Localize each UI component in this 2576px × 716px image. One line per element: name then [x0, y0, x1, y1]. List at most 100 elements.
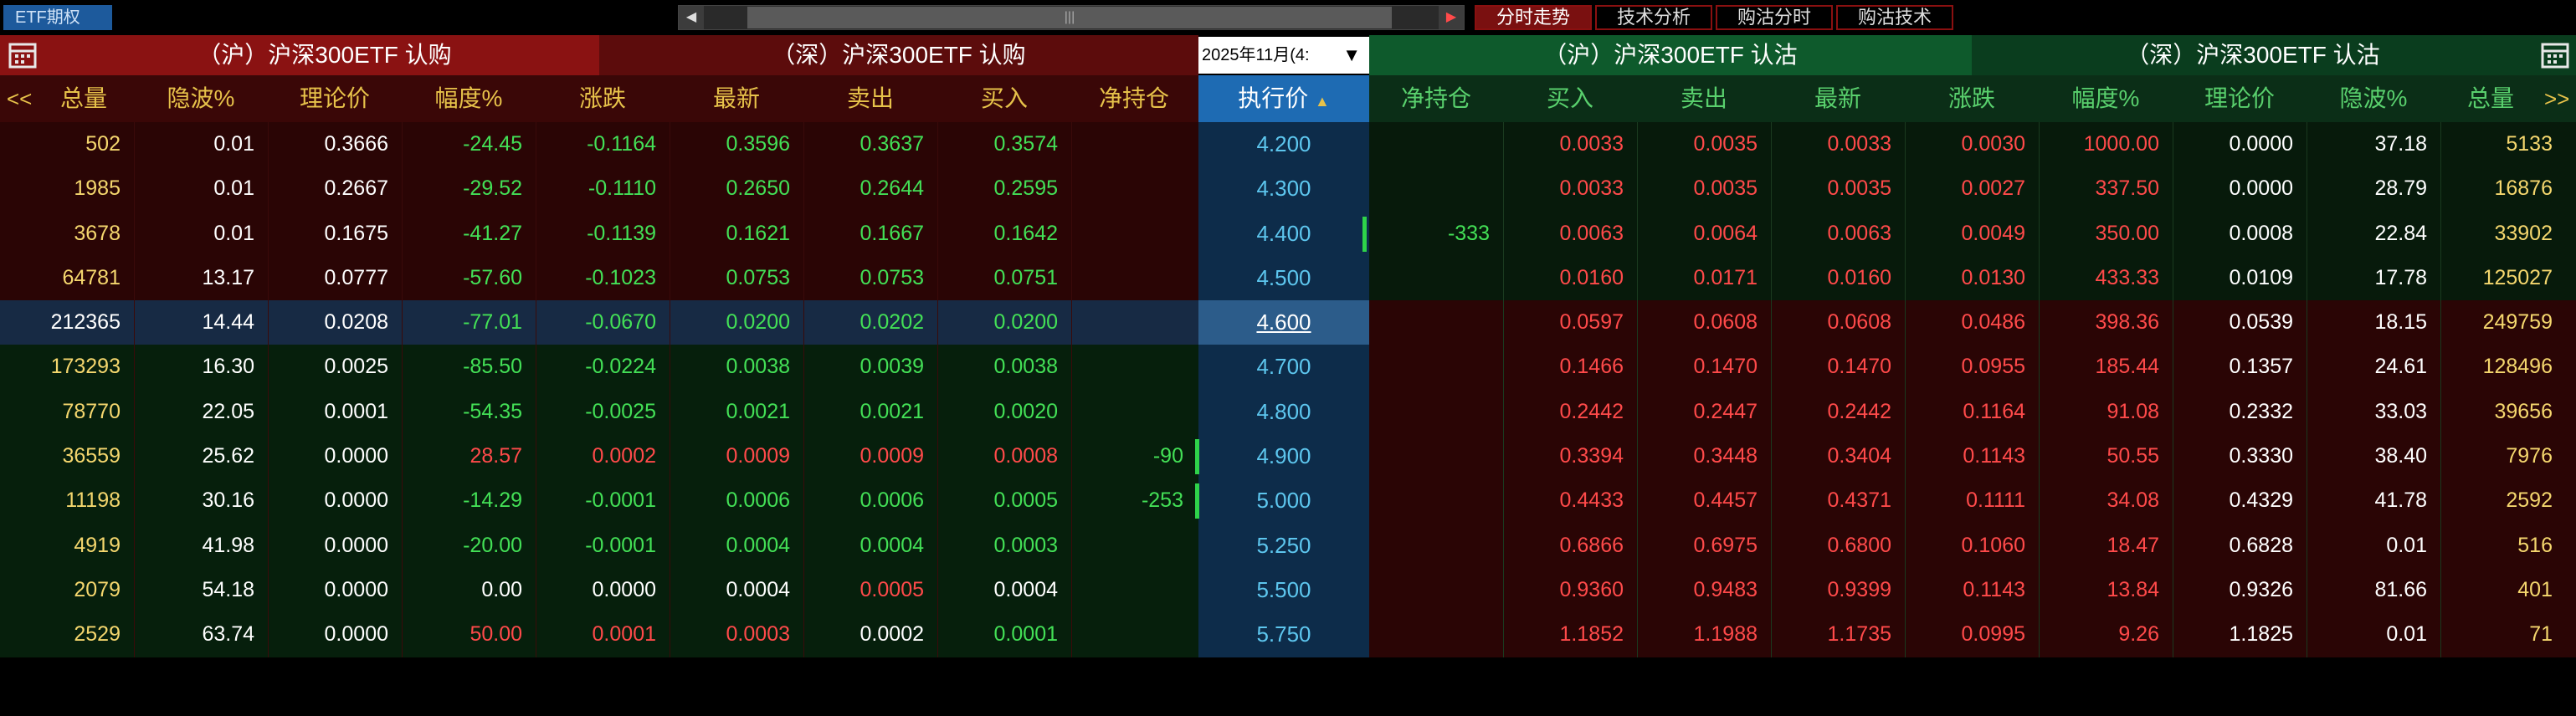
call-change-cell[interactable]: 0.0000 [536, 568, 670, 612]
call-bid-cell[interactable]: 0.0003 [937, 524, 1071, 568]
call-ask-cell[interactable]: 0.2644 [803, 166, 937, 211]
col-left-volume[interactable]: 总量 [33, 75, 134, 122]
nav-left-button[interactable]: << [7, 75, 32, 122]
put-iv-cell[interactable]: 0.01 [2307, 524, 2440, 568]
put-last-cell[interactable]: 0.9399 [1771, 568, 1905, 612]
call-netpos-cell[interactable] [1071, 612, 1197, 657]
call-pct-cell[interactable]: -77.01 [402, 300, 536, 345]
scroll-thumb[interactable]: ||| [747, 7, 1392, 28]
put-bid-cell[interactable]: 0.9360 [1503, 568, 1637, 612]
put-iv-cell[interactable]: 38.40 [2307, 434, 2440, 478]
put-ask-cell[interactable]: 0.4457 [1637, 478, 1771, 523]
call-ask-cell[interactable]: 0.0002 [803, 612, 937, 657]
strike-cell[interactable]: 4.300 [1198, 166, 1369, 211]
horizontal-scrollbar[interactable]: ◀ ||| ▶ [678, 5, 1465, 30]
put-change-cell[interactable]: 0.0030 [1905, 122, 2039, 166]
call-bid-cell[interactable]: 0.2595 [937, 166, 1071, 211]
put-change-cell[interactable]: 0.1164 [1905, 390, 2039, 434]
call-last-cell[interactable]: 0.0009 [670, 434, 803, 478]
tab-callput-intraday[interactable]: 购沽分时 [1716, 5, 1834, 30]
call-bid-cell[interactable]: 0.3574 [937, 122, 1071, 166]
put-netpos-cell[interactable] [1369, 300, 1503, 345]
col-left-pct[interactable]: 幅度% [402, 75, 536, 122]
call-iv-cell[interactable]: 30.16 [134, 478, 268, 523]
table-row[interactable]: 78770 22.05 0.0001 -54.35 -0.0025 0.0021 0.002… [0, 389, 2576, 435]
put-volume-cell[interactable]: 128496 [2440, 345, 2566, 389]
put-bid-cell[interactable]: 0.4433 [1503, 478, 1637, 523]
call-netpos-cell[interactable] [1071, 300, 1197, 345]
call-netpos-cell[interactable] [1071, 122, 1197, 166]
put-ask-cell[interactable]: 0.3448 [1637, 434, 1771, 478]
put-pct-cell[interactable]: 50.55 [2039, 434, 2173, 478]
put-netpos-cell[interactable] [1369, 478, 1503, 523]
call-ask-cell[interactable]: 0.0004 [803, 524, 937, 568]
call-pct-cell[interactable]: 28.57 [402, 434, 536, 478]
col-left-iv[interactable]: 隐波% [134, 75, 268, 122]
call-volume-cell[interactable]: 11198 [33, 478, 134, 523]
put-volume-cell[interactable]: 71 [2440, 612, 2566, 657]
call-bid-cell[interactable]: 0.1642 [937, 212, 1071, 256]
table-row[interactable]: 2529 63.74 0.0000 50.00 0.0001 0.0003 0.0002 0.… [0, 612, 2576, 657]
put-pct-cell[interactable]: 337.50 [2039, 166, 2173, 211]
put-change-cell[interactable]: 0.1060 [1905, 524, 2039, 568]
call-iv-cell[interactable]: 41.98 [134, 524, 268, 568]
call-bid-cell[interactable]: 0.0038 [937, 345, 1071, 389]
put-change-cell[interactable]: 0.1143 [1905, 434, 2039, 478]
call-pct-cell[interactable]: -57.60 [402, 256, 536, 300]
call-last-cell[interactable]: 0.0003 [670, 612, 803, 657]
put-theo-cell[interactable]: 0.3330 [2173, 434, 2307, 478]
col-right-bid[interactable]: 买入 [1503, 75, 1637, 122]
put-volume-cell[interactable]: 7976 [2440, 434, 2566, 478]
col-left-bid[interactable]: 买入 [937, 75, 1071, 122]
call-theo-cell[interactable]: 0.2667 [268, 166, 402, 211]
put-theo-cell[interactable]: 0.0109 [2173, 256, 2307, 300]
put-theo-cell[interactable]: 1.1825 [2173, 612, 2307, 657]
put-last-cell[interactable]: 1.1735 [1771, 612, 1905, 657]
put-ask-cell[interactable]: 0.0035 [1637, 166, 1771, 211]
put-netpos-cell[interactable] [1369, 166, 1503, 211]
put-netpos-cell[interactable] [1369, 122, 1503, 166]
call-iv-cell[interactable]: 14.44 [134, 300, 268, 345]
put-pct-cell[interactable]: 18.47 [2039, 524, 2173, 568]
put-pct-cell[interactable]: 9.26 [2039, 612, 2173, 657]
strike-cell[interactable]: 5.500 [1198, 568, 1369, 612]
put-last-cell[interactable]: 0.4371 [1771, 478, 1905, 523]
strike-cell[interactable]: 5.000 [1198, 478, 1369, 523]
col-right-netpos[interactable]: 净持仓 [1369, 75, 1503, 122]
call-change-cell[interactable]: -0.1023 [536, 256, 670, 300]
col-right-ask[interactable]: 卖出 [1637, 75, 1771, 122]
call-bid-cell[interactable]: 0.0008 [937, 434, 1071, 478]
call-netpos-cell[interactable] [1071, 256, 1197, 300]
call-volume-cell[interactable]: 64781 [33, 256, 134, 300]
put-last-cell[interactable]: 0.1470 [1771, 345, 1905, 389]
call-last-cell[interactable]: 0.0200 [670, 300, 803, 345]
put-netpos-cell[interactable]: -333 [1369, 212, 1503, 256]
put-last-cell[interactable]: 0.0033 [1771, 122, 1905, 166]
put-change-cell[interactable]: 0.0027 [1905, 166, 2039, 211]
call-bid-cell[interactable]: 0.0004 [937, 568, 1071, 612]
put-netpos-cell[interactable] [1369, 390, 1503, 434]
call-ask-cell[interactable]: 0.0039 [803, 345, 937, 389]
table-row[interactable]: 1985 0.01 0.2667 -29.52 -0.1110 0.2650 0.2644 0… [0, 166, 2576, 212]
put-pct-cell[interactable]: 91.08 [2039, 390, 2173, 434]
table-row[interactable]: 3678 0.01 0.1675 -41.27 -0.1139 0.1621 0.1667 0… [0, 211, 2576, 256]
table-row[interactable]: 64781 13.17 0.0777 -57.60 -0.1023 0.0753 0.075… [0, 255, 2576, 301]
call-netpos-cell[interactable] [1071, 212, 1197, 256]
put-bid-cell[interactable]: 0.0160 [1503, 256, 1637, 300]
put-bid-cell[interactable]: 0.2442 [1503, 390, 1637, 434]
put-change-cell[interactable]: 0.0130 [1905, 256, 2039, 300]
put-bid-cell[interactable]: 0.0063 [1503, 212, 1637, 256]
strike-cell[interactable]: 5.250 [1198, 524, 1369, 568]
put-ask-cell[interactable]: 0.0171 [1637, 256, 1771, 300]
col-left-ask[interactable]: 卖出 [803, 75, 937, 122]
call-last-cell[interactable]: 0.0021 [670, 390, 803, 434]
col-strike[interactable]: 执行价 ▲ [1198, 75, 1369, 122]
tab-callput-technical[interactable]: 购沽技术 [1836, 5, 1954, 30]
col-left-theo[interactable]: 理论价 [268, 75, 402, 122]
call-iv-cell[interactable]: 16.30 [134, 345, 268, 389]
put-bid-cell[interactable]: 0.6866 [1503, 524, 1637, 568]
col-right-iv[interactable]: 隐波% [2307, 75, 2440, 122]
put-last-cell[interactable]: 0.3404 [1771, 434, 1905, 478]
call-last-cell[interactable]: 0.0038 [670, 345, 803, 389]
put-volume-cell[interactable]: 249759 [2440, 300, 2566, 345]
